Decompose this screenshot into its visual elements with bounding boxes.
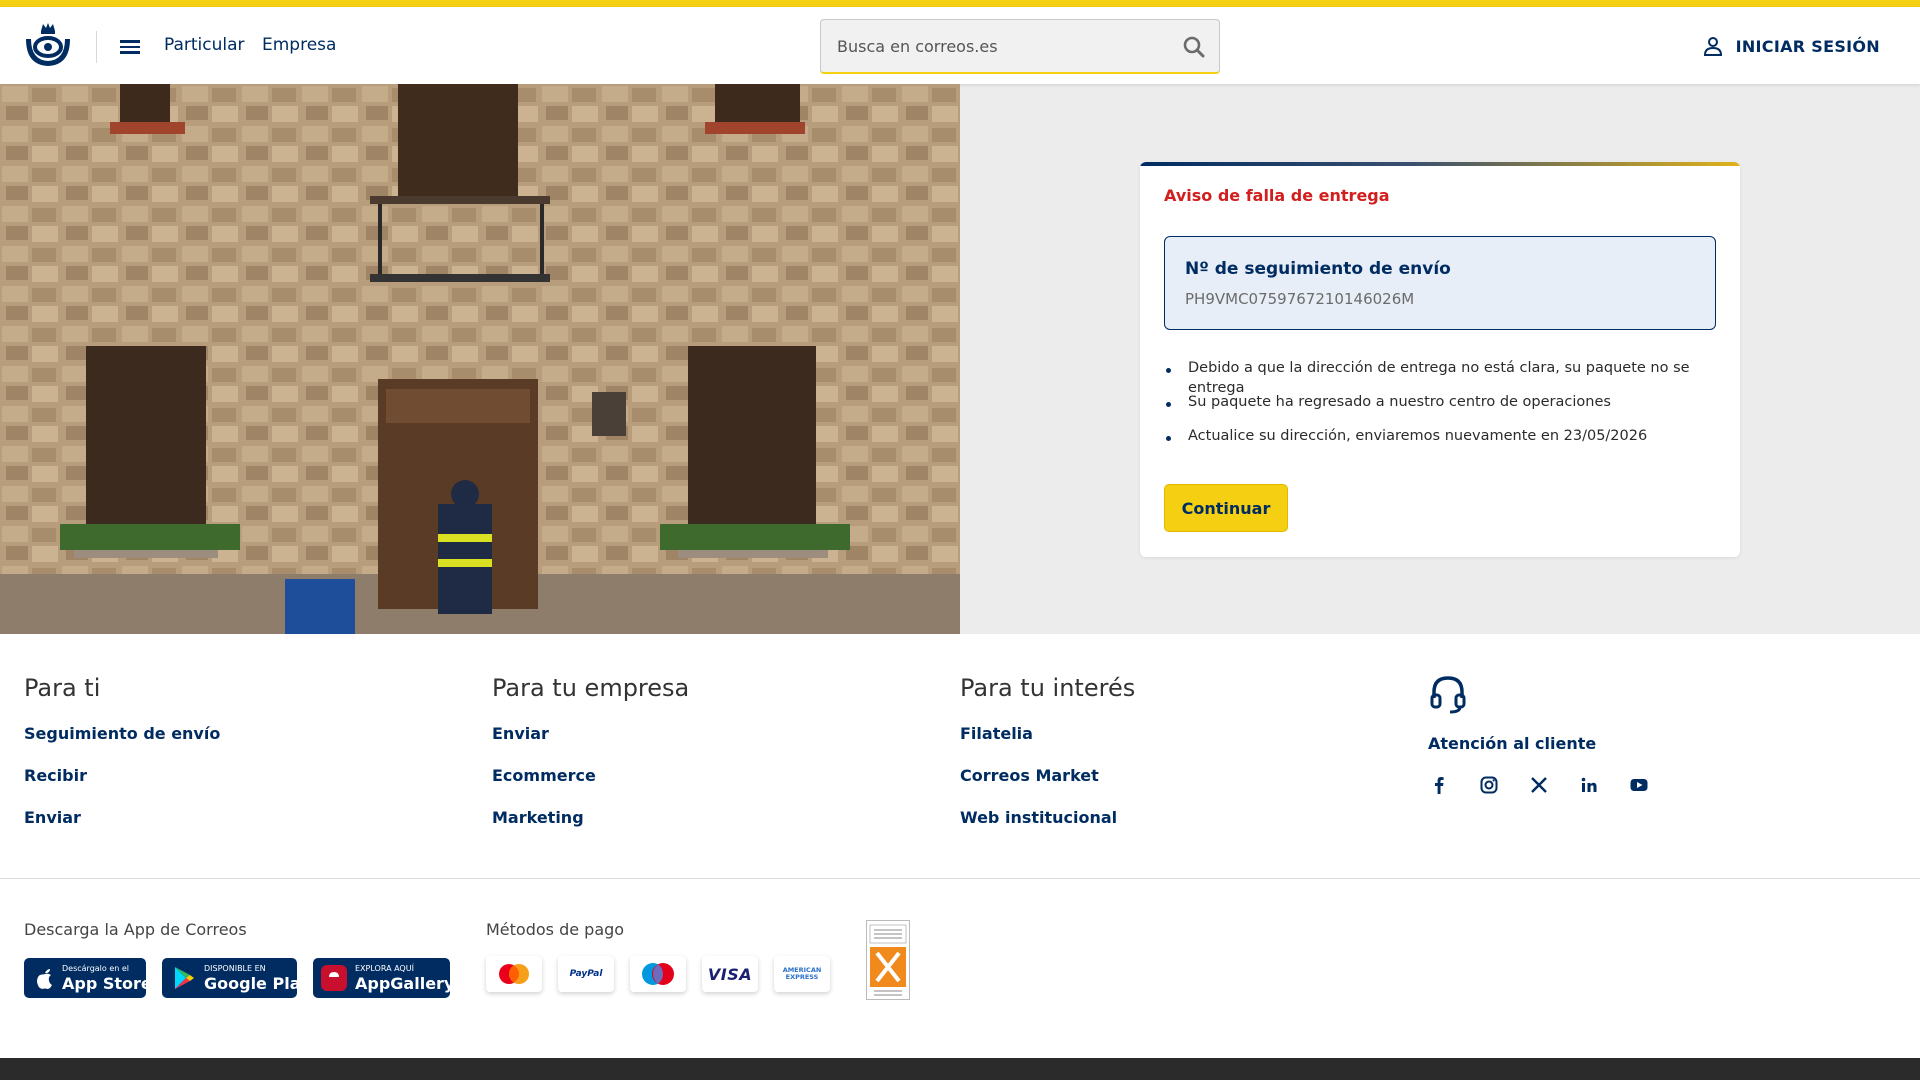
apple-icon: [37, 969, 52, 989]
tracking-box: Nº de seguimiento de envío PH9VMC0759767…: [1164, 236, 1716, 330]
maestro-icon: [642, 963, 674, 985]
footer-link-filatelia[interactable]: Filatelia: [960, 724, 1135, 746]
facebook-icon[interactable]: [1428, 774, 1450, 796]
app-gallery-big: AppGallery: [355, 974, 455, 993]
google-play-icon: [175, 967, 194, 989]
hero-image: [0, 84, 960, 634]
notice-message: Su paquete ha regresado a nuestro centro…: [1164, 392, 1740, 426]
delivery-notice-card: Aviso de falla de entrega Nº de seguimie…: [1140, 162, 1740, 557]
footer-link-recibir[interactable]: Recibir: [24, 766, 220, 788]
nav-particular[interactable]: Particular: [164, 35, 245, 55]
bullet-icon: [1166, 402, 1171, 407]
footer-col-para-ti: Para ti Seguimiento de envío Recibir Env…: [24, 674, 220, 850]
footer-col-para-tu-interes: Para tu interés Filatelia Correos Market…: [960, 674, 1135, 850]
footer-link-enviar[interactable]: Enviar: [24, 808, 220, 830]
footer-heading: Para tu empresa: [492, 674, 690, 702]
login-button[interactable]: INICIAR SESIÓN: [1702, 35, 1880, 57]
google-play-small: DISPONIBLE EN: [204, 964, 266, 973]
menu-icon[interactable]: [118, 37, 142, 57]
nav-empresa[interactable]: Empresa: [262, 35, 336, 55]
paypal-text: PayPal: [569, 969, 603, 979]
google-play-big: Google Play: [204, 974, 311, 993]
search-box: [820, 19, 1220, 74]
huawei-icon: [321, 965, 347, 991]
google-play-badge[interactable]: DISPONIBLE EN Google Play: [162, 958, 310, 998]
app-store-big: App Store: [62, 974, 152, 993]
footer-divider: [0, 878, 1920, 879]
footer-link-correos-market[interactable]: Correos Market: [960, 766, 1135, 788]
continue-button[interactable]: Continuar: [1164, 484, 1288, 532]
customer-service-link[interactable]: Atención al cliente: [1428, 734, 1678, 756]
notice-message: Debido a que la dirección de entrega no …: [1164, 358, 1740, 396]
correos-logo-icon[interactable]: [22, 19, 74, 71]
app-gallery-small: EXPLORA AQUÍ: [355, 964, 414, 973]
arbitraje-consumo-badge[interactable]: [866, 920, 910, 1000]
headset-icon: [1430, 676, 1466, 714]
footer-link-ecommerce[interactable]: Ecommerce: [492, 766, 689, 788]
visa-text: VISA: [707, 964, 753, 984]
mastercard-icon: [499, 964, 529, 984]
app-store-badge[interactable]: Descárgalo en el App Store: [24, 958, 152, 998]
amex-text: AMERICAN EXPRESS: [782, 966, 822, 981]
app-store-small: Descárgalo en el: [62, 964, 130, 973]
app-gallery-badge[interactable]: EXPLORA AQUÍ AppGallery: [313, 958, 454, 998]
footer-link-web-institucional[interactable]: Web institucional: [960, 808, 1135, 830]
notice-message-text: Debido a que la dirección de entrega no …: [1188, 360, 1690, 396]
site-footer: Para ti Seguimiento de envío Recibir Env…: [0, 634, 1920, 1080]
app-download-label: Descarga la App de Correos: [24, 920, 247, 939]
card-accent-bar: [1140, 162, 1740, 166]
footer-heading: Para ti: [24, 674, 101, 702]
footer-link-enviar-empresa[interactable]: Enviar: [492, 724, 689, 746]
notice-title: Aviso de falla de entrega: [1164, 186, 1390, 205]
search-input[interactable]: [821, 20, 1161, 72]
footer-link-seguimiento[interactable]: Seguimiento de envío: [24, 724, 220, 746]
paypal-logo: PayPal: [558, 956, 614, 992]
notice-message-text: Su paquete ha regresado a nuestro centro…: [1188, 394, 1611, 410]
instagram-icon[interactable]: [1478, 774, 1500, 796]
footer-col-support: Atención al cliente: [1428, 674, 1678, 796]
notice-message: Actualice su dirección, enviaremos nueva…: [1164, 426, 1740, 460]
tracking-label: Nº de seguimiento de envío: [1185, 259, 1451, 279]
maestro-logo: [630, 956, 686, 992]
notice-messages: Debido a que la dirección de entrega no …: [1164, 358, 1740, 460]
bullet-icon: [1166, 368, 1171, 373]
payment-methods-label: Métodos de pago: [486, 920, 625, 939]
footer-link-marketing[interactable]: Marketing: [492, 808, 689, 830]
youtube-icon[interactable]: [1628, 774, 1650, 796]
amex-logo: AMERICAN EXPRESS: [774, 956, 830, 992]
social-links: [1428, 774, 1678, 796]
linkedin-icon[interactable]: [1578, 774, 1600, 796]
footer-col-para-tu-empresa: Para tu empresa Enviar Ecommerce Marketi…: [492, 674, 689, 850]
top-accent-bar: [0, 0, 1920, 7]
search-icon[interactable]: [1181, 34, 1207, 60]
visa-logo: VISA: [702, 956, 758, 992]
bottom-legal-bar: [0, 1058, 1920, 1080]
login-label: INICIAR SESIÓN: [1735, 36, 1880, 56]
notice-message-text: Actualice su dirección, enviaremos nueva…: [1188, 428, 1648, 444]
user-icon: [1703, 37, 1722, 56]
mastercard-logo: [486, 956, 542, 992]
tracking-number: PH9VMC0759767210146026M: [1185, 290, 1415, 308]
x-icon[interactable]: [1528, 774, 1550, 796]
footer-heading: Para tu interés: [960, 674, 1136, 702]
site-header: Particular Empresa INICIAR SESIÓN: [0, 7, 1920, 84]
header-divider: [96, 31, 97, 63]
bullet-icon: [1166, 436, 1171, 441]
